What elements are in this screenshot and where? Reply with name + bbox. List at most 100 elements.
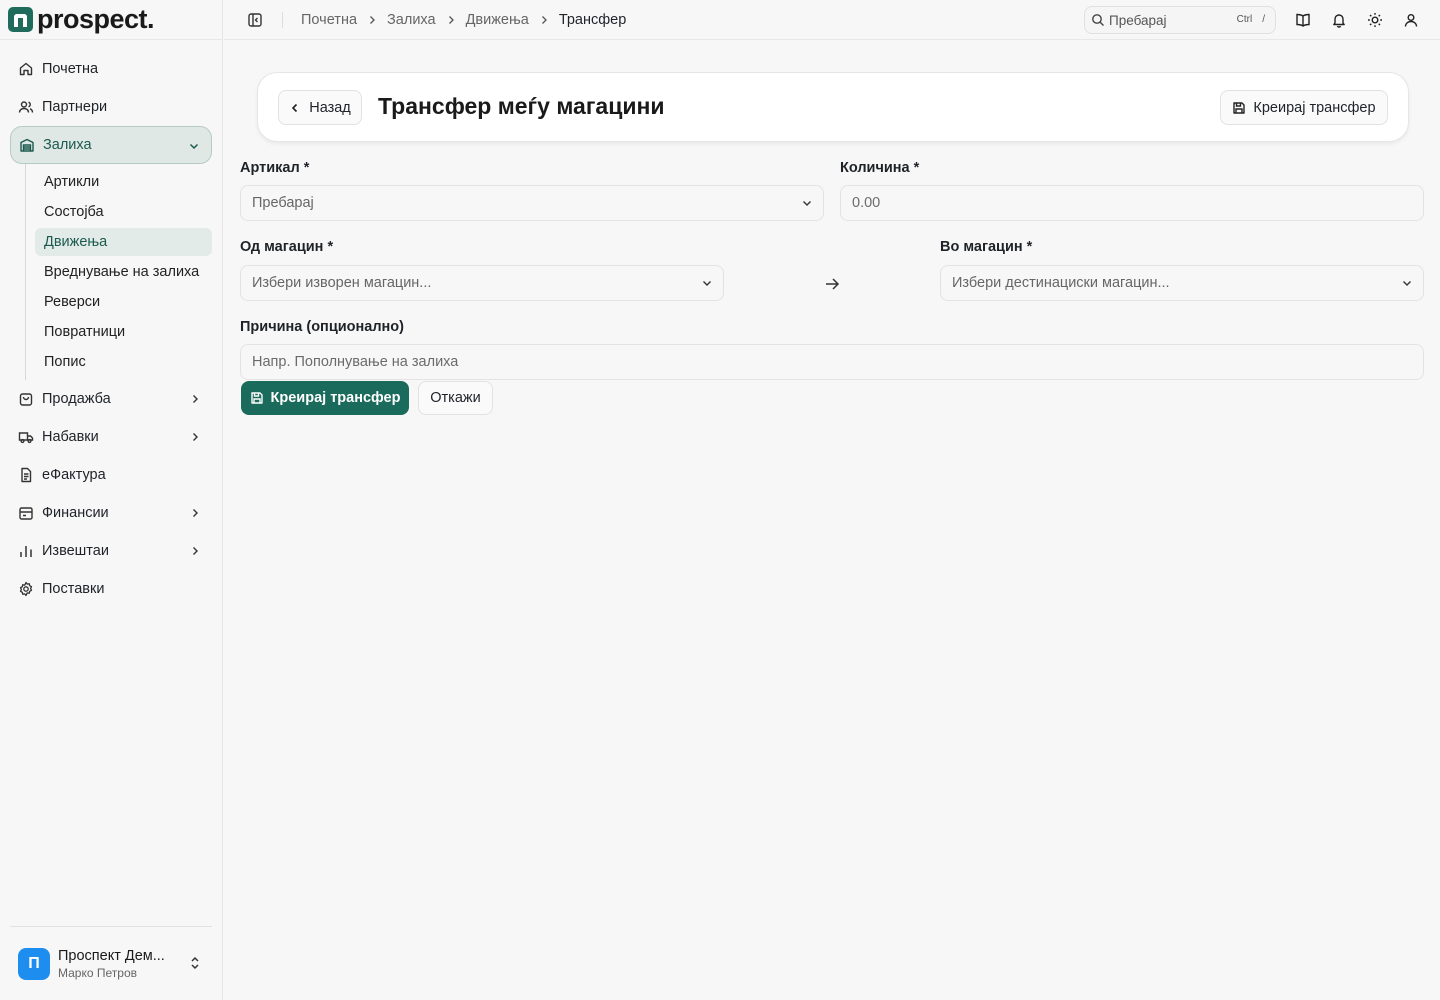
sidebar-item-label: Почетна (42, 61, 99, 77)
bar-chart-icon (18, 543, 34, 559)
shortcut-key: / (1262, 14, 1265, 25)
truck-icon (18, 429, 34, 445)
main-content: Назад Трансфер меѓу магацини Креирај тра… (224, 40, 1440, 1000)
sidebar-item-efaktura[interactable]: еФактура (10, 456, 212, 494)
sidebar-item-finances[interactable]: Финансии (10, 494, 212, 532)
submenu-item-movements[interactable]: Движења (35, 228, 212, 256)
chevron-left-icon (289, 102, 301, 114)
sidebar-item-partners[interactable]: Партнери (10, 88, 212, 126)
cancel-button[interactable]: Откажи (418, 381, 493, 415)
sidebar-item-home[interactable]: Почетна (10, 50, 212, 88)
sidebar-toggle-icon[interactable] (246, 11, 264, 29)
header-create-label: Креирај трансфер (1253, 99, 1376, 116)
from-warehouse-placeholder: Избери изворен магацин... (252, 275, 432, 291)
chevron-right-icon (188, 506, 202, 520)
page-title: Трансфер меѓу магацини (378, 93, 665, 119)
topbar-actions (1276, 11, 1420, 29)
header-create-transfer-button[interactable]: Креирај трансфер (1220, 90, 1388, 125)
article-placeholder: Пребарај (252, 195, 314, 211)
submenu-item-reverses[interactable]: Реверси (35, 288, 212, 316)
logo-mark-icon (8, 7, 33, 32)
back-button[interactable]: Назад (278, 90, 362, 125)
search-icon (1091, 13, 1105, 27)
search-shortcut: Ctrl / (1231, 12, 1269, 27)
wallet-icon (18, 505, 34, 521)
search-input[interactable]: Пребарај Ctrl / (1084, 6, 1276, 34)
warehouse-icon (19, 137, 35, 153)
sidebar-item-label: Набавки (42, 429, 99, 445)
from-warehouse-label: Од магацин * (240, 239, 334, 255)
create-transfer-label: Креирај трансфер (270, 390, 401, 406)
search-placeholder: Пребарај (1109, 12, 1167, 28)
document-icon (18, 467, 34, 483)
create-transfer-button[interactable]: Креирај трансфер (241, 381, 409, 415)
breadcrumb: Почетна Залиха Движења Трансфер (301, 12, 626, 28)
sidebar-item-inventory[interactable]: Залиха (10, 126, 212, 164)
submenu-item-returns[interactable]: Повратници (35, 318, 212, 346)
sidebar-item-settings[interactable]: Поставки (10, 570, 212, 608)
reason-input[interactable] (240, 344, 1424, 380)
topbar: Почетна Залиха Движења Трансфер Пребарај… (224, 0, 1440, 40)
save-icon (1232, 101, 1246, 115)
sidebar-nav: Почетна Партнери Залиха Артикли Состојба… (0, 40, 222, 608)
users-icon (18, 99, 34, 115)
sidebar-item-label: Поставки (42, 581, 105, 597)
submenu-item-stock[interactable]: Состојба (35, 198, 212, 226)
chevron-right-icon (446, 15, 456, 25)
topbar-separator (282, 11, 283, 28)
breadcrumb-inventory[interactable]: Залиха (387, 12, 436, 28)
to-warehouse-label: Во магацин * (940, 239, 1033, 255)
account-switcher[interactable]: П Проспект Дем... Марко Петров (10, 926, 212, 1000)
sidebar-item-reports[interactable]: Извештаи (10, 532, 212, 570)
chevron-right-icon (188, 392, 202, 406)
book-icon[interactable] (1294, 11, 1312, 29)
chevrons-up-down-icon (188, 955, 202, 971)
submenu-item-census[interactable]: Попис (35, 348, 212, 376)
sidebar-item-label: еФактура (42, 467, 106, 483)
article-select[interactable]: Пребарај (240, 185, 824, 221)
logo-text: prospect. (37, 4, 155, 34)
logo[interactable]: prospect. (0, 0, 222, 40)
quantity-label: Количина * (840, 160, 920, 176)
chevron-down-icon (1401, 277, 1413, 289)
to-warehouse-placeholder: Избери дестинациски магацин... (952, 275, 1170, 291)
chevron-right-icon (367, 15, 377, 25)
chevron-right-icon (188, 544, 202, 558)
gear-icon (18, 581, 34, 597)
sidebar-item-purchases[interactable]: Набавки (10, 418, 212, 456)
chevron-down-icon (801, 197, 813, 209)
chevron-right-icon (188, 430, 202, 444)
sidebar-item-label: Залиха (43, 137, 92, 153)
bell-icon[interactable] (1330, 11, 1348, 29)
chevron-right-icon (539, 15, 549, 25)
reason-label: Причина (опционално) (240, 319, 404, 335)
sun-icon[interactable] (1366, 11, 1384, 29)
sidebar-item-label: Продажба (42, 391, 111, 407)
sidebar: prospect. Почетна Партнери Залиха Артикл… (0, 0, 223, 1000)
sidebar-item-label: Извештаи (42, 543, 109, 559)
account-user: Марко Петров (58, 965, 137, 980)
user-icon[interactable] (1402, 11, 1420, 29)
shortcut-ctrl: Ctrl (1236, 14, 1253, 25)
sidebar-item-label: Финансии (42, 505, 109, 521)
submenu-item-articles[interactable]: Артикли (35, 168, 212, 196)
sidebar-item-sales[interactable]: Продажба (10, 380, 212, 418)
from-warehouse-select[interactable]: Избери изворен магацин... (240, 265, 724, 301)
shopping-bag-icon (18, 391, 34, 407)
back-label: Назад (309, 99, 351, 116)
breadcrumb-current: Трансфер (558, 11, 627, 28)
home-icon (18, 61, 34, 77)
sidebar-item-label: Партнери (42, 99, 108, 115)
save-icon (250, 391, 264, 405)
to-warehouse-select[interactable]: Избери дестинациски магацин... (940, 265, 1424, 301)
breadcrumb-movements[interactable]: Движења (466, 12, 529, 28)
avatar: П (18, 947, 50, 980)
breadcrumb-home[interactable]: Почетна (301, 12, 357, 28)
submenu-item-valuation[interactable]: Вреднување на залиха (35, 258, 212, 286)
chevron-down-icon (187, 139, 201, 153)
quantity-input[interactable] (840, 185, 1424, 221)
chevron-down-icon (701, 277, 713, 289)
page-header: Назад Трансфер меѓу магацини Креирај тра… (257, 72, 1409, 142)
account-info: Проспект Дем... Марко Петров (58, 948, 165, 980)
article-label: Артикал * (240, 160, 310, 176)
